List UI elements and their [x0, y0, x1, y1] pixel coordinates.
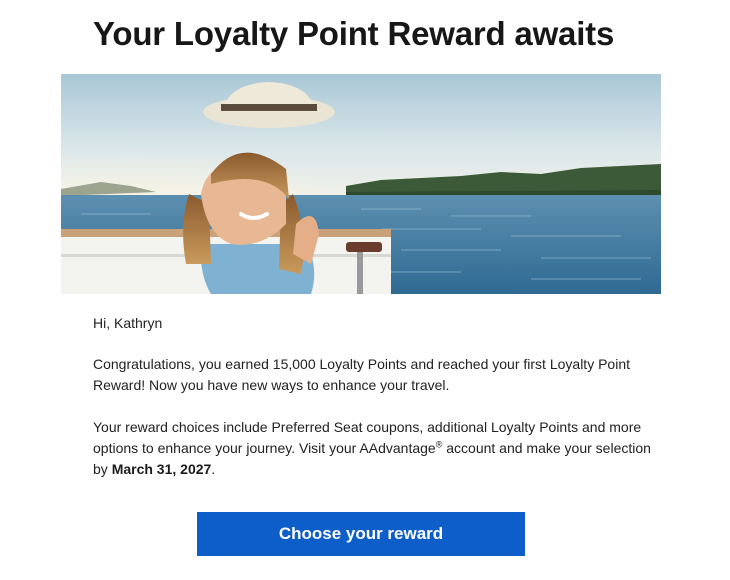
message-body: Hi, Kathryn Congratulations, you earned …: [93, 313, 653, 480]
email-body: Your Loyalty Point Reward awaits Hi, Kat…: [0, 0, 730, 580]
greeting: Hi, Kathryn: [93, 315, 163, 331]
choose-reward-button[interactable]: Choose your reward: [197, 512, 525, 556]
hero-image: [61, 74, 661, 294]
congrats-paragraph: Congratulations, you earned 15,000 Loyal…: [93, 356, 630, 393]
choices-end: .: [211, 461, 216, 477]
headline: Your Loyalty Point Reward awaits: [93, 15, 615, 52]
deadline-date: March 31, 2027: [111, 461, 212, 477]
reward-choices-paragraph: Your reward choices include Preferred Se…: [93, 417, 653, 480]
